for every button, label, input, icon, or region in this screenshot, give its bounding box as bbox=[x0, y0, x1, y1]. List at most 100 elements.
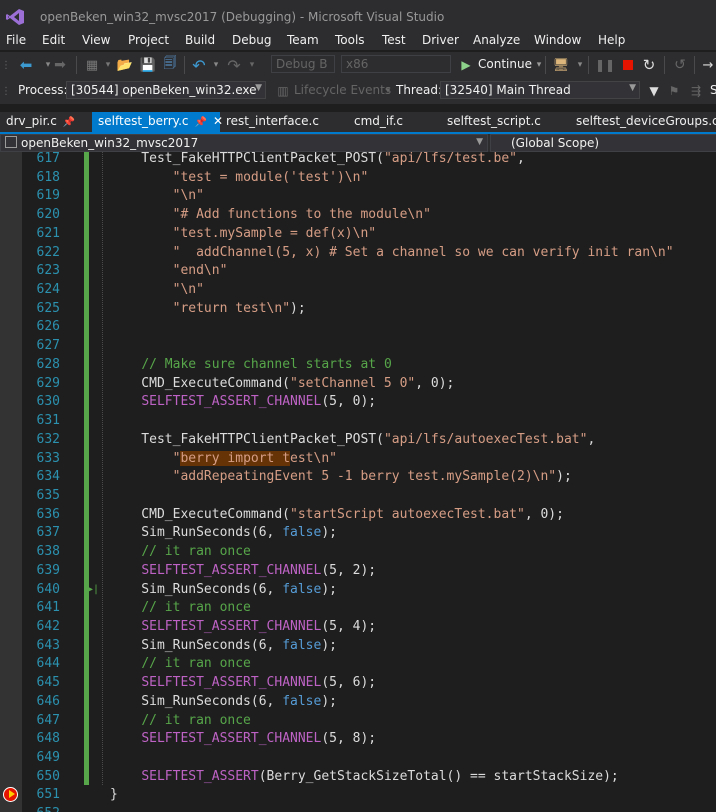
menu-edit[interactable]: Edit bbox=[42, 33, 65, 47]
code-text[interactable]: SELFTEST_ASSERT_CHANNEL(5, 0); bbox=[110, 392, 376, 411]
undo-icon[interactable]: ↶ bbox=[191, 56, 207, 75]
menu-window[interactable]: Window bbox=[534, 33, 581, 47]
navigate-back-icon[interactable]: ⬅ bbox=[18, 56, 34, 74]
code-line[interactable]: 632 Test_FakeHTTPClientPacket_POST("api/… bbox=[0, 430, 716, 449]
attach-dropdown-icon[interactable]: ▾ bbox=[572, 57, 588, 73]
process-combo[interactable]: [30544] openBeken_win32.exe ▼ bbox=[66, 81, 266, 99]
undo-dropdown-icon[interactable]: ▾ bbox=[208, 57, 224, 73]
code-line[interactable]: 644 // it ran once bbox=[0, 654, 716, 673]
code-text[interactable]: SELFTEST_ASSERT(Berry_GetStackSizeTotal(… bbox=[110, 767, 618, 786]
code-editor[interactable]: 617 Test_FakeHTTPClientPacket_POST("api/… bbox=[0, 152, 716, 812]
code-line[interactable]: 629 CMD_ExecuteCommand("setChannel 5 0",… bbox=[0, 374, 716, 393]
tab-selftest-devicegroups[interactable]: selftest_deviceGroups.c bbox=[570, 112, 716, 132]
menu-analyze[interactable]: Analyze bbox=[473, 33, 520, 47]
project-scope-combo[interactable]: openBeken_win32_mvsc2017 ▼ bbox=[0, 134, 488, 152]
code-line[interactable]: 623 "end\n" bbox=[0, 261, 716, 280]
attach-process-icon[interactable]: 🖥 bbox=[553, 57, 570, 73]
code-line[interactable]: 628 // Make sure channel starts at 0 bbox=[0, 355, 716, 374]
code-line[interactable]: 621 "test.mySample = def(x)\n" bbox=[0, 224, 716, 243]
tab-selftest-script[interactable]: selftest_script.c bbox=[441, 112, 561, 132]
code-line[interactable]: 619 "\n" bbox=[0, 186, 716, 205]
break-all-icon[interactable]: ❚❚ bbox=[595, 57, 615, 73]
code-text[interactable]: "test = module('test')\n" bbox=[110, 168, 369, 187]
stop-debugging-icon[interactable] bbox=[620, 57, 636, 73]
code-line[interactable]: 645 SELFTEST_ASSERT_CHANNEL(5, 6); bbox=[0, 673, 716, 692]
code-line[interactable]: 633 "berry import test\n" bbox=[0, 449, 716, 468]
continue-button[interactable]: Continue bbox=[478, 57, 532, 71]
code-line[interactable]: 635 bbox=[0, 486, 716, 505]
solution-configuration-combo[interactable]: Debug B bbox=[271, 55, 335, 73]
navigate-forward-icon[interactable]: ➡ bbox=[52, 57, 68, 73]
code-line[interactable]: 630 SELFTEST_ASSERT_CHANNEL(5, 0); bbox=[0, 392, 716, 411]
code-text[interactable]: SELFTEST_ASSERT_CHANNEL(5, 6); bbox=[110, 673, 376, 692]
tab-cmd-if[interactable]: cmd_if.c bbox=[348, 112, 428, 132]
code-text[interactable]: "test.mySample = def(x)\n" bbox=[110, 224, 377, 243]
restart-icon[interactable]: ↻ bbox=[641, 56, 657, 74]
lifecycle-dropdown-icon[interactable]: ▾ bbox=[380, 83, 396, 99]
code-line[interactable]: 636 CMD_ExecuteCommand("startScript auto… bbox=[0, 505, 716, 524]
code-text[interactable]: // Make sure channel starts at 0 bbox=[110, 355, 391, 374]
code-text[interactable]: "# Add functions to the module\n" bbox=[110, 205, 431, 224]
code-text[interactable]: } bbox=[110, 785, 118, 804]
solution-platform-combo[interactable]: x86 bbox=[341, 55, 451, 73]
menu-driver[interactable]: Driver bbox=[422, 33, 459, 47]
menu-debug[interactable]: Debug bbox=[232, 33, 271, 47]
save-icon[interactable]: 💾 bbox=[140, 57, 156, 73]
code-text[interactable]: Sim_RunSeconds(6, false); bbox=[110, 523, 337, 542]
code-line[interactable]: 634 "addRepeatingEvent 5 -1 berry test.m… bbox=[0, 467, 716, 486]
code-text[interactable]: "\n" bbox=[110, 280, 204, 299]
code-line[interactable]: 631 bbox=[0, 411, 716, 430]
tab-selftest-berry[interactable]: selftest_berry.c 📌 ✕ bbox=[92, 112, 223, 132]
code-text[interactable]: "return test\n"); bbox=[110, 299, 306, 318]
tab-drv-pir[interactable]: drv_pir.c 📌 bbox=[0, 112, 92, 132]
code-text[interactable]: SELFTEST_ASSERT_CHANNEL(5, 4); bbox=[110, 617, 376, 636]
continue-play-icon[interactable]: ▶ bbox=[458, 57, 474, 73]
tab-rest-interface[interactable]: rest_interface.c bbox=[220, 112, 330, 132]
flag-threads-icon[interactable]: ⚑ bbox=[666, 83, 682, 99]
code-line[interactable]: 620 "# Add functions to the module\n" bbox=[0, 205, 716, 224]
code-line[interactable]: 652 bbox=[0, 804, 716, 812]
code-line[interactable]: 617 Test_FakeHTTPClientPacket_POST("api/… bbox=[0, 152, 716, 168]
menu-view[interactable]: View bbox=[82, 33, 110, 47]
redo-dropdown-icon[interactable]: ▾ bbox=[244, 57, 260, 73]
code-text[interactable]: " addChannel(5, x) # Set a channel so we… bbox=[110, 243, 674, 262]
code-line[interactable]: 618 "test = module('test')\n" bbox=[0, 168, 716, 187]
code-line[interactable]: 640 Sim_RunSeconds(6, false); ▶| bbox=[0, 580, 716, 599]
code-line[interactable]: 649 bbox=[0, 748, 716, 767]
show-threads-icon[interactable]: ⇶ bbox=[688, 83, 704, 99]
thread-combo[interactable]: [32540] Main Thread ▼ bbox=[440, 81, 640, 99]
code-line[interactable]: 647 // it ran once bbox=[0, 711, 716, 730]
show-next-statement-icon[interactable]: ↺ bbox=[672, 57, 688, 73]
filter-icon[interactable]: ▼ bbox=[646, 83, 662, 99]
pin-icon[interactable]: 📌 bbox=[63, 117, 75, 128]
code-line[interactable]: 641 // it ran once bbox=[0, 598, 716, 617]
open-file-icon[interactable]: 📂 bbox=[117, 57, 133, 73]
code-text[interactable]: SELFTEST_ASSERT_CHANNEL(5, 8); bbox=[110, 729, 376, 748]
code-text[interactable]: Test_FakeHTTPClientPacket_POST("api/lfs/… bbox=[110, 152, 525, 168]
redo-icon[interactable]: ↷ bbox=[226, 56, 242, 75]
menu-team[interactable]: Team bbox=[287, 33, 319, 47]
menu-project[interactable]: Project bbox=[128, 33, 169, 47]
code-line[interactable]: 625 "return test\n"); bbox=[0, 299, 716, 318]
code-line[interactable]: 637 Sim_RunSeconds(6, false); bbox=[0, 523, 716, 542]
menu-help[interactable]: Help bbox=[598, 33, 625, 47]
menu-tools[interactable]: Tools bbox=[335, 33, 365, 47]
toolbar-grip-icon[interactable]: ⋮ bbox=[1, 83, 11, 99]
code-line[interactable]: 639 SELFTEST_ASSERT_CHANNEL(5, 2); bbox=[0, 561, 716, 580]
code-line[interactable]: 651} bbox=[0, 785, 716, 804]
code-line[interactable]: 650 SELFTEST_ASSERT(Berry_GetStackSizeTo… bbox=[0, 767, 716, 786]
code-line[interactable]: 638 // it ran once bbox=[0, 542, 716, 561]
code-line[interactable]: 622 " addChannel(5, x) # Set a channel s… bbox=[0, 243, 716, 262]
new-project-dropdown-icon[interactable]: ▾ bbox=[100, 57, 116, 73]
code-text[interactable]: // it ran once bbox=[110, 711, 251, 730]
member-scope-combo[interactable]: (Global Scope) bbox=[490, 134, 716, 152]
code-line[interactable]: 624 "\n" bbox=[0, 280, 716, 299]
code-text[interactable]: // it ran once bbox=[110, 598, 251, 617]
menu-file[interactable]: File bbox=[6, 33, 26, 47]
code-text[interactable]: "\n" bbox=[110, 186, 204, 205]
breakpoint-current-statement-icon[interactable] bbox=[3, 787, 18, 803]
lifecycle-events-icon[interactable]: ▥ bbox=[275, 83, 291, 99]
toolbar-grip-icon[interactable]: ⋮ bbox=[1, 57, 11, 73]
menu-build[interactable]: Build bbox=[185, 33, 215, 47]
code-text[interactable]: CMD_ExecuteCommand("startScript autoexec… bbox=[110, 505, 564, 524]
